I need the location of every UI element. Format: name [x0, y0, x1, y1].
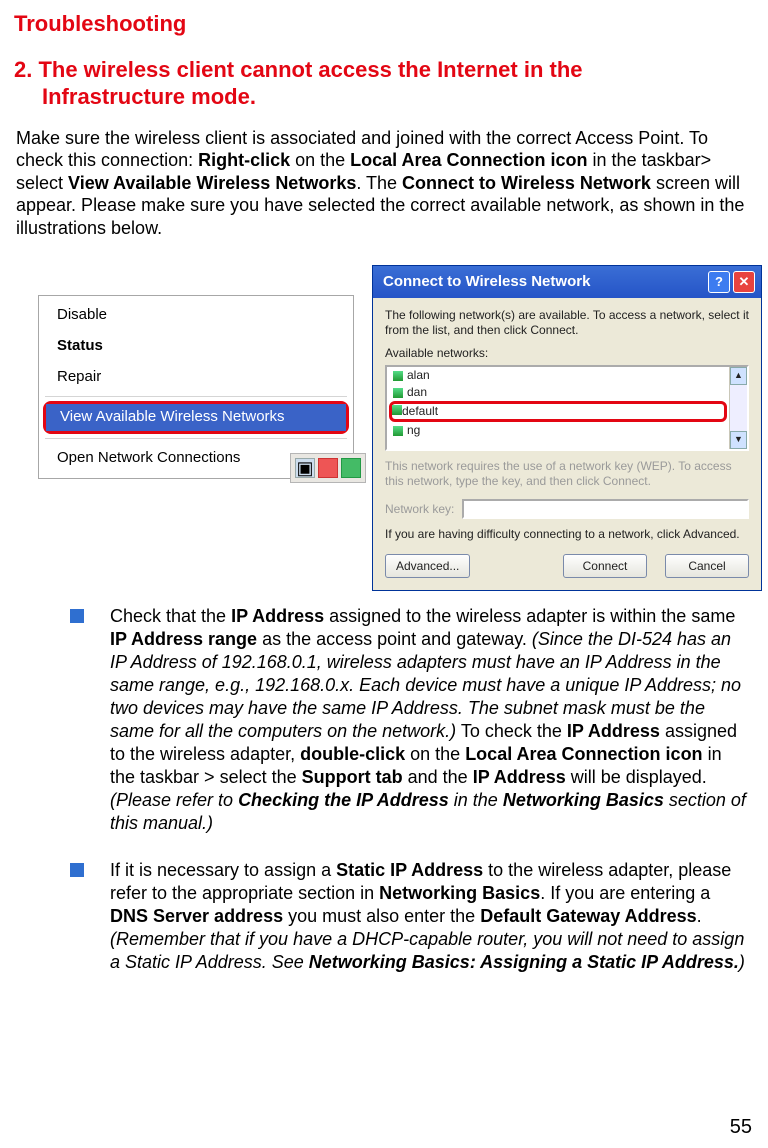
highlight-callout: View Available Wireless Networks [43, 401, 349, 434]
text: . If you are entering a [540, 883, 710, 903]
text: will be displayed. [566, 767, 707, 787]
network-item-selected[interactable]: default [392, 404, 438, 419]
network-name: dan [407, 385, 427, 400]
list-item: Check that the IP Address assigned to th… [70, 605, 746, 835]
menu-item-repair[interactable]: Repair [39, 362, 353, 393]
text: and the [403, 767, 473, 787]
text-bold: IP Address [473, 767, 566, 787]
network-item[interactable]: dan [387, 384, 729, 401]
intro-paragraph: Make sure the wireless client is associa… [16, 127, 748, 240]
page-number: 55 [730, 1115, 752, 1140]
highlight-callout: default [389, 401, 727, 422]
menu-item-disable[interactable]: Disable [39, 300, 353, 331]
text-italic: in the [449, 790, 503, 810]
section-heading: 2. The wireless client cannot access the… [14, 56, 754, 111]
connect-dialog: Connect to Wireless Network ? ✕ The foll… [372, 265, 762, 591]
text-bold: Static IP Address [336, 860, 483, 880]
advanced-button[interactable]: Advanced... [385, 554, 470, 578]
cancel-button[interactable]: Cancel [665, 554, 749, 578]
menu-item-view-networks[interactable]: View Available Wireless Networks [46, 404, 346, 431]
network-icon[interactable]: ▣ [295, 458, 315, 478]
scrollbar[interactable]: ▲ ▼ [729, 367, 747, 449]
text: If it is necessary to assign a [110, 860, 336, 880]
text: on the [290, 150, 350, 170]
menu-item-status[interactable]: Status [39, 331, 353, 362]
wep-note-text: This network requires the use of a netwo… [385, 459, 749, 489]
text-bold: Default Gateway Address [480, 906, 696, 926]
text-bold: Support tab [302, 767, 403, 787]
text-bold: IP Address [567, 721, 660, 741]
text: To check the [456, 721, 567, 741]
text-bold: Local Area Connection icon [350, 150, 587, 170]
list-item: If it is necessary to assign a Static IP… [70, 859, 746, 974]
text-bold: IP Address [231, 606, 324, 626]
text-bold: Right-click [198, 150, 290, 170]
text: as the access point and gateway. [257, 629, 532, 649]
scroll-up-button[interactable]: ▲ [730, 367, 747, 385]
signal-icon [393, 371, 403, 381]
tray-icon[interactable] [318, 458, 338, 478]
text: on the [405, 744, 465, 764]
advanced-help-text: If you are having difficulty connecting … [385, 527, 749, 542]
system-tray: ▣ [290, 453, 366, 483]
connect-button[interactable]: Connect [563, 554, 647, 578]
menu-separator [45, 438, 347, 439]
text-bold: Connect to Wireless Network [402, 173, 651, 193]
scroll-down-button[interactable]: ▼ [730, 431, 747, 449]
text: . The [356, 173, 402, 193]
text-italic: (Please refer to [110, 790, 238, 810]
text-bold: DNS Server address [110, 906, 283, 926]
network-name: alan [407, 368, 430, 383]
text-bold: Local Area Connection icon [465, 744, 702, 764]
bullet-square-icon [70, 863, 84, 877]
network-name: ng [407, 423, 420, 438]
text-bolditalic: Checking the IP Address [238, 790, 449, 810]
scroll-track[interactable] [730, 385, 747, 431]
network-key-input[interactable] [462, 499, 749, 519]
signal-icon [393, 388, 403, 398]
text-bolditalic: Networking Basics [503, 790, 664, 810]
signal-icon [393, 426, 403, 436]
dialog-intro-text: The following network(s) are available. … [385, 308, 749, 338]
text: Check that the [110, 606, 231, 626]
bullet-list: Check that the IP Address assigned to th… [14, 605, 754, 974]
text: . [697, 906, 702, 926]
dialog-titlebar[interactable]: Connect to Wireless Network ? ✕ [373, 266, 761, 298]
network-item[interactable]: alan [387, 367, 729, 384]
heading-line1: 2. The wireless client cannot access the… [14, 57, 583, 82]
help-button[interactable]: ? [708, 271, 730, 293]
text-bold: Networking Basics [379, 883, 540, 903]
figures-container: Disable Status Repair View Available Wir… [14, 265, 754, 585]
close-button[interactable]: ✕ [733, 271, 755, 293]
signal-icon [392, 405, 402, 415]
tray-icon[interactable] [341, 458, 361, 478]
heading-line2: Infrastructure mode. [14, 83, 256, 111]
network-item[interactable]: ng [387, 422, 729, 439]
dialog-title: Connect to Wireless Network [383, 273, 590, 292]
text-bold: IP Address range [110, 629, 257, 649]
text-bolditalic: Networking Basics: Assigning a Static IP… [309, 952, 739, 972]
page-title: Troubleshooting [14, 10, 754, 38]
context-menu[interactable]: Disable Status Repair View Available Wir… [38, 295, 354, 479]
text-italic: ) [739, 952, 745, 972]
network-key-label: Network key: [385, 502, 454, 517]
menu-separator [45, 396, 347, 397]
network-name: default [402, 404, 438, 418]
text: assigned to the wireless adapter is with… [324, 606, 735, 626]
bullet-square-icon [70, 609, 84, 623]
text-bold: View Available Wireless Networks [68, 173, 356, 193]
available-networks-label: Available networks: [385, 346, 749, 361]
networks-listbox[interactable]: alan dan default ng ▲ ▼ [385, 365, 749, 451]
text: you must also enter the [283, 906, 480, 926]
text-bold: double-click [300, 744, 405, 764]
